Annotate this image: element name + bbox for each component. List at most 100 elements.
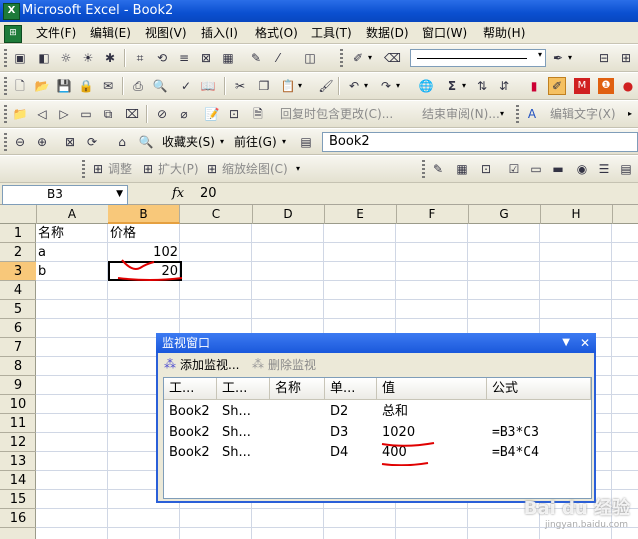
line-style-icon[interactable]: ≡ [176, 50, 192, 66]
chevron-down-icon[interactable]: ▼ [116, 186, 123, 202]
format-picture-icon[interactable]: ✎ [248, 50, 264, 66]
cell-b1[interactable]: 价格 [110, 224, 180, 243]
update-file-icon[interactable]: 🗎 [250, 106, 266, 122]
menu-tools[interactable]: 工具(T) [309, 25, 354, 41]
row-header-5[interactable]: 5 [0, 300, 36, 319]
menu-edit[interactable]: 编辑(E) [88, 25, 133, 41]
compress-icon[interactable]: ⊠ [198, 50, 214, 66]
dim-icon[interactable]: ✱ [102, 50, 118, 66]
menu-help[interactable]: 帮助(H) [481, 25, 527, 41]
address-field[interactable]: Book2 [322, 132, 638, 152]
header-workbook[interactable]: 工... [164, 378, 217, 400]
column-header-g[interactable]: G [468, 205, 541, 224]
header-sheet[interactable]: 工... [217, 378, 270, 400]
refresh-icon[interactable]: ⟳ [84, 134, 100, 150]
toolbar-grip[interactable] [4, 133, 7, 151]
mail-merge-icon[interactable]: M [574, 78, 590, 94]
row-header-15[interactable]: 15 [0, 490, 36, 509]
forward-icon[interactable]: ⊕ [34, 134, 50, 150]
button-control-icon[interactable]: ▬ [550, 161, 566, 177]
save-icon[interactable]: 💾 [56, 78, 72, 94]
crop-icon[interactable]: ⌗ [132, 50, 148, 66]
prev-comment-icon[interactable]: ◁ [34, 106, 50, 122]
search-icon[interactable]: 🔍 [138, 134, 154, 150]
rotate-icon[interactable]: ⟲ [154, 50, 170, 66]
permission-icon[interactable]: 🔒 [78, 78, 94, 94]
toolbar-grip[interactable] [82, 160, 85, 178]
edit-text-button[interactable]: 编辑文字(X) [550, 106, 616, 122]
show-web-toolbar-icon[interactable]: ▤ [298, 134, 314, 150]
column-header-c[interactable]: C [180, 205, 253, 224]
next-comment-icon[interactable]: ▷ [56, 106, 72, 122]
select-all-corner[interactable] [0, 205, 37, 224]
cell-a3[interactable]: b [38, 262, 108, 281]
protect-icon[interactable]: ⊡ [226, 106, 242, 122]
formula-input[interactable]: 20 [200, 186, 217, 201]
fit-icon[interactable]: ⊞ [90, 161, 106, 177]
folder-icon[interactable]: 📁 [12, 106, 28, 122]
autosum-icon[interactable]: Σ [444, 78, 460, 94]
scale-drawing-button[interactable]: 缩放绘图(C) [222, 161, 288, 177]
hyperlink-icon[interactable]: 🌐 [418, 78, 434, 94]
print-preview-icon[interactable]: 🔍 [152, 78, 168, 94]
column-header-e[interactable]: E [324, 205, 397, 224]
row-header-11[interactable]: 11 [0, 414, 36, 433]
row-header-3[interactable]: 3 [0, 262, 36, 281]
email-icon[interactable]: ✉ [100, 78, 116, 94]
row-header-1[interactable]: 1 [0, 224, 36, 243]
adjust-button[interactable]: 调整 [108, 161, 132, 177]
row-header-4[interactable]: 4 [0, 281, 36, 300]
expand-icon[interactable]: ⊞ [140, 161, 156, 177]
ink-annotation-icon[interactable]: ⊘ [154, 106, 170, 122]
column-header-h[interactable]: H [540, 205, 613, 224]
back-icon[interactable]: ⊖ [12, 134, 28, 150]
listbox-control-icon[interactable]: ☰ [596, 161, 612, 177]
chevron-down-icon[interactable]: ▼ [562, 333, 570, 353]
addin-icon[interactable]: ● [620, 78, 636, 94]
cell-a2[interactable]: a [38, 243, 108, 262]
add-watch-button[interactable]: 添加监视... [180, 357, 239, 373]
menu-view[interactable]: 视图(V) [143, 25, 189, 41]
menu-insert[interactable]: 插入(I) [199, 25, 240, 41]
row-header-14[interactable]: 14 [0, 471, 36, 490]
toolbar-grip[interactable] [340, 49, 343, 67]
close-icon[interactable]: ✕ [580, 333, 590, 353]
paste-icon[interactable]: 📋 [280, 78, 296, 94]
open-icon[interactable]: 📂 [34, 78, 50, 94]
insert-function-icon[interactable]: fx [172, 186, 184, 201]
watch-window-titlebar[interactable]: 监视窗口 ▼ ✕ [156, 333, 596, 353]
column-header-f[interactable]: F [396, 205, 469, 224]
delete-comment-icon[interactable]: ⌧ [124, 106, 140, 122]
row-header-9[interactable]: 9 [0, 376, 36, 395]
print-icon[interactable]: ⎙ [130, 78, 146, 94]
show-comment-icon[interactable]: ▭ [78, 106, 94, 122]
brightness-icon[interactable]: ☼ [58, 50, 74, 66]
contrast-icon[interactable]: ◧ [36, 50, 52, 66]
toolbar-grip[interactable] [4, 105, 7, 123]
include-changes-button[interactable]: 回复时包含更改(C)... [280, 106, 393, 122]
office-icon[interactable]: ❶ [598, 78, 614, 94]
workbook-icon[interactable]: ⊞ [4, 25, 22, 43]
chart-wizard-icon[interactable]: ▮ [526, 78, 542, 94]
column-header-d[interactable]: D [252, 205, 325, 224]
menu-format[interactable]: 格式(O) [253, 25, 300, 41]
expand-button[interactable]: 扩大(P) [158, 161, 199, 177]
delete-watch-button[interactable]: 删除监视 [268, 357, 316, 373]
header-formula[interactable]: 公式 [487, 378, 591, 400]
spelling-icon[interactable]: ✓ [178, 78, 194, 94]
menu-window[interactable]: 窗口(W) [420, 25, 469, 41]
ink-eraser-icon[interactable]: ⌀ [176, 106, 192, 122]
stop-icon[interactable]: ⊠ [62, 134, 78, 150]
recolor-icon[interactable]: ▦ [220, 50, 236, 66]
new-icon[interactable]: 🗋 [12, 78, 28, 94]
toolbar-grip[interactable] [4, 77, 7, 95]
option-control-icon[interactable]: ◉ [574, 161, 590, 177]
favorites-menu[interactable]: 收藏夹(S) [162, 134, 215, 150]
edit-text-icon[interactable]: A [524, 106, 540, 122]
row-header-6[interactable]: 6 [0, 319, 36, 338]
menu-file[interactable]: 文件(F) [34, 25, 78, 41]
draw-icon[interactable]: ✐ [350, 50, 366, 66]
pen-color-icon[interactable]: ✒ [550, 50, 566, 66]
excel-app-icon[interactable]: X [3, 3, 20, 20]
textbox-control-icon[interactable]: ▭ [528, 161, 544, 177]
